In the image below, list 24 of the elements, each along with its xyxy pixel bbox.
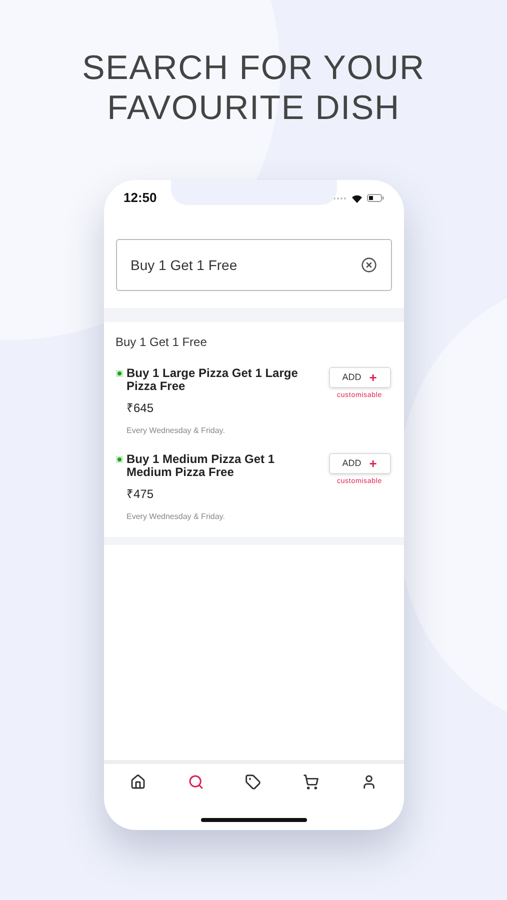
dish-note: Every Wednesday & Friday. (126, 425, 226, 437)
battery-icon (366, 194, 384, 202)
dish-price: ₹475 (126, 486, 155, 503)
veg-icon (116, 370, 122, 377)
user-icon[interactable] (360, 774, 377, 790)
veg-icon (116, 456, 122, 463)
signal-icon (332, 196, 346, 200)
status-time: 12:50 (124, 189, 157, 208)
clear-icon[interactable] (360, 257, 376, 273)
dish-note: Every Wednesday & Friday. (126, 511, 226, 523)
tag-icon[interactable] (245, 774, 262, 790)
headline: SEARCH FOR YOUR FAVOURITE DISH (81, 48, 426, 128)
search-input[interactable]: Buy 1 Get 1 Free (130, 254, 360, 276)
wifi-icon (350, 194, 362, 202)
cart-icon[interactable] (303, 774, 320, 790)
search-icon[interactable] (188, 774, 204, 790)
dish-price: ₹645 (126, 400, 155, 417)
dish-name: Buy 1 Medium Pizza Get 1 Medium Pizza Free (126, 453, 276, 479)
home-icon[interactable] (130, 774, 146, 790)
results-heading: Buy 1 Get 1 Free (116, 334, 208, 351)
search-field[interactable]: Buy 1 Get 1 Free (116, 239, 392, 291)
add-button[interactable]: ADD + (328, 367, 390, 388)
dish-name: Buy 1 Large Pizza Get 1 Large Pizza Free (126, 367, 299, 393)
add-button[interactable]: ADD + (328, 453, 390, 474)
